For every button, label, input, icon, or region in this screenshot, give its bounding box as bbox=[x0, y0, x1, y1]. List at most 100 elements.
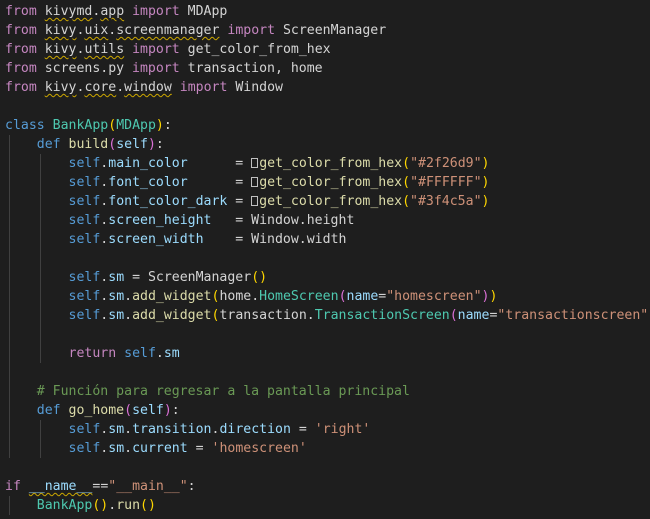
code-token: sm bbox=[108, 422, 125, 437]
code-token: name bbox=[457, 308, 490, 323]
code-token: = bbox=[187, 441, 212, 456]
code-line[interactable] bbox=[0, 249, 650, 268]
indent-guide bbox=[9, 382, 10, 401]
code-token: direction bbox=[219, 422, 291, 437]
code-line[interactable]: self.screen_width = Window.width bbox=[0, 230, 650, 249]
code-line[interactable]: self.main_color = get_color_from_hex("#2… bbox=[0, 154, 650, 173]
code-token: import bbox=[132, 61, 180, 76]
code-line[interactable]: from screens.py import transaction, home bbox=[0, 59, 650, 78]
code-token: import bbox=[132, 4, 180, 19]
code-line[interactable] bbox=[0, 363, 650, 382]
indentation bbox=[5, 270, 69, 285]
code-token: = bbox=[290, 422, 315, 437]
code-token: Window bbox=[227, 80, 283, 95]
code-token: screen_width bbox=[108, 232, 204, 247]
code-line[interactable]: if __name__=="__main__": bbox=[0, 477, 650, 496]
code-line[interactable]: self.font_color = get_color_from_hex("#F… bbox=[0, 173, 650, 192]
code-token: self bbox=[116, 137, 148, 152]
code-token: main_color bbox=[108, 156, 188, 171]
code-token: ) bbox=[481, 194, 490, 209]
code-token: . bbox=[108, 498, 117, 513]
code-line[interactable]: return self.sm bbox=[0, 344, 650, 363]
unknown-char-icon bbox=[251, 158, 259, 168]
code-token: ) bbox=[155, 118, 164, 133]
code-token: MDApp bbox=[179, 4, 228, 19]
code-token: transaction. bbox=[219, 308, 315, 323]
code-token: ( bbox=[108, 118, 117, 133]
code-token: "#FFFFFF" bbox=[410, 175, 482, 190]
code-line[interactable]: self.screen_height = Window.height bbox=[0, 211, 650, 230]
indent-guide bbox=[9, 325, 10, 344]
code-line[interactable]: class BankApp(MDApp): bbox=[0, 116, 650, 135]
code-token: ( bbox=[402, 175, 411, 190]
code-token: == bbox=[92, 479, 109, 494]
code-token: core bbox=[84, 80, 117, 95]
code-line[interactable]: from kivy.utils import get_color_from_he… bbox=[0, 40, 650, 59]
code-line[interactable]: from kivy.core.window import Window bbox=[0, 78, 650, 97]
code-token: add_widget bbox=[132, 308, 212, 323]
code-token: self bbox=[68, 232, 101, 247]
code-token: go_home bbox=[68, 403, 125, 418]
code-line[interactable] bbox=[0, 325, 650, 344]
code-line[interactable]: def go_home(self): bbox=[0, 401, 650, 420]
indent-guide bbox=[40, 439, 41, 458]
code-line[interactable]: BankApp().run() bbox=[0, 496, 650, 515]
code-editor[interactable]: from kivymd.app import MDApp from kivy.ui… bbox=[0, 0, 650, 519]
code-line[interactable] bbox=[0, 97, 650, 116]
indent-guide bbox=[40, 287, 41, 306]
indent-guide bbox=[9, 135, 10, 154]
code-token: = bbox=[187, 175, 252, 190]
indent-guide bbox=[40, 230, 41, 249]
indent-guide bbox=[9, 154, 10, 173]
code-line[interactable]: from kivy.uix.screenmanager import Scree… bbox=[0, 21, 650, 40]
code-line[interactable]: from kivymd.app import MDApp bbox=[0, 2, 650, 21]
code-token: font_color bbox=[108, 175, 188, 190]
code-line[interactable]: self.sm.add_widget(home.HomeScreen(name=… bbox=[0, 287, 650, 306]
indentation bbox=[5, 213, 69, 228]
code-line[interactable]: self.sm.transition.direction = 'right' bbox=[0, 420, 650, 439]
indentation bbox=[5, 441, 69, 456]
code-token: transition bbox=[132, 422, 212, 437]
unknown-char-icon bbox=[251, 196, 259, 206]
code-token: sm bbox=[108, 289, 125, 304]
code-token: self bbox=[68, 422, 101, 437]
code-token: self bbox=[68, 194, 101, 209]
code-line[interactable]: # Función para regresar a la pantalla pr… bbox=[0, 382, 650, 401]
code-line[interactable]: self.font_color_dark = get_color_from_he… bbox=[0, 192, 650, 211]
code-token: get_color_from_hex bbox=[259, 175, 403, 190]
code-token: get_color_from_hex bbox=[259, 194, 403, 209]
code-token: ) bbox=[489, 289, 498, 304]
indent-guide bbox=[9, 496, 10, 515]
code-token: ( bbox=[402, 194, 411, 209]
code-line[interactable]: self.sm.add_widget(transaction.Transacti… bbox=[0, 306, 650, 325]
code-line[interactable]: self.sm = ScreenManager() bbox=[0, 268, 650, 287]
indent-guide bbox=[40, 306, 41, 325]
indentation bbox=[5, 308, 69, 323]
indent-guide bbox=[9, 268, 10, 287]
code-token: MDApp bbox=[116, 118, 156, 133]
code-token: () bbox=[140, 498, 156, 513]
code-token: sm bbox=[108, 308, 125, 323]
code-token: . bbox=[124, 289, 133, 304]
code-token: def bbox=[36, 403, 61, 418]
code-token: screen_height bbox=[108, 213, 212, 228]
indent-guide bbox=[40, 268, 41, 287]
code-token: sm bbox=[108, 270, 125, 285]
code-token: HomeScreen bbox=[259, 289, 339, 304]
code-token: return bbox=[68, 346, 117, 361]
code-token: self bbox=[68, 289, 101, 304]
code-line[interactable] bbox=[0, 458, 650, 477]
code-line[interactable]: def build(self): bbox=[0, 135, 650, 154]
indentation bbox=[5, 327, 69, 342]
code-token: uix bbox=[84, 23, 109, 38]
code-token: __name__ bbox=[28, 479, 93, 494]
code-token: BankApp bbox=[36, 498, 93, 513]
code-line[interactable]: self.sm.current = 'homescreen' bbox=[0, 439, 650, 458]
indent-guide bbox=[40, 211, 41, 230]
code-token: get_color_from_hex bbox=[259, 156, 403, 171]
code-token: screens.py bbox=[36, 61, 133, 76]
